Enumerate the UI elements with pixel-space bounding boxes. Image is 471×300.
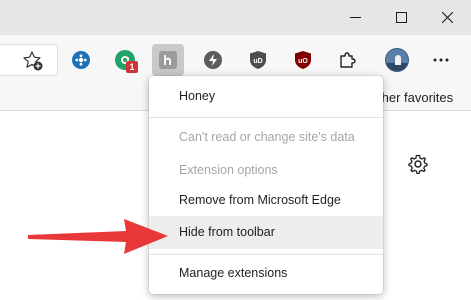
extension-blue-button[interactable] bbox=[65, 44, 97, 76]
menu-item-honey[interactable]: Honey bbox=[149, 80, 383, 113]
ublock-origin-button[interactable]: uO bbox=[287, 44, 319, 76]
more-options-icon bbox=[433, 58, 449, 62]
menu-item-hide-from-toolbar[interactable]: Hide from toolbar bbox=[149, 216, 383, 249]
minimize-button[interactable] bbox=[332, 0, 378, 35]
extension-blue-icon bbox=[72, 51, 90, 69]
menu-item-extension-options: Extension options bbox=[179, 163, 278, 177]
menu-separator bbox=[149, 254, 383, 255]
title-bar bbox=[0, 0, 471, 35]
honey-extension-button[interactable] bbox=[152, 44, 184, 76]
maximize-button[interactable] bbox=[378, 0, 424, 35]
profile-avatar bbox=[385, 48, 409, 72]
extension-context-menu: Honey Can't read or change site's data E… bbox=[149, 76, 383, 294]
menu-item-site-data: Can't read or change site's data bbox=[179, 130, 355, 144]
close-icon bbox=[441, 12, 453, 23]
menu-item-remove-extension[interactable]: Remove from Microsoft Edge bbox=[149, 184, 383, 217]
extension-gray-button[interactable] bbox=[197, 44, 229, 76]
profile-button[interactable] bbox=[381, 44, 413, 76]
menu-item-manage-extensions[interactable]: Manage extensions bbox=[149, 257, 383, 290]
settings-button[interactable] bbox=[406, 152, 430, 176]
svg-text:uO: uO bbox=[298, 58, 308, 65]
add-to-favorites-icon bbox=[23, 51, 43, 71]
red-arrow-annotation bbox=[28, 219, 168, 254]
maximize-icon bbox=[395, 12, 407, 23]
gear-icon bbox=[408, 154, 428, 174]
svg-text:uD: uD bbox=[253, 58, 262, 65]
close-button[interactable] bbox=[424, 0, 470, 35]
address-bar[interactable] bbox=[0, 44, 58, 76]
ublock-origin-icon: uO bbox=[295, 51, 311, 69]
extensions-puzzle-icon bbox=[340, 52, 356, 68]
honey-extension-icon bbox=[159, 51, 177, 69]
extension-green-button[interactable]: 1 bbox=[109, 44, 141, 76]
menu-separator bbox=[149, 117, 383, 118]
other-favorites-link[interactable]: ther favorites bbox=[378, 90, 453, 105]
extension-shield-icon: uD bbox=[250, 51, 266, 69]
extensions-button[interactable] bbox=[331, 44, 363, 76]
extension-shield-button[interactable]: uD bbox=[242, 44, 274, 76]
more-options-button[interactable] bbox=[425, 44, 457, 76]
extension-gray-icon bbox=[204, 51, 222, 69]
minimize-icon bbox=[349, 17, 361, 18]
add-to-favorites-button[interactable] bbox=[22, 50, 44, 77]
notification-badge: 1 bbox=[126, 61, 138, 73]
